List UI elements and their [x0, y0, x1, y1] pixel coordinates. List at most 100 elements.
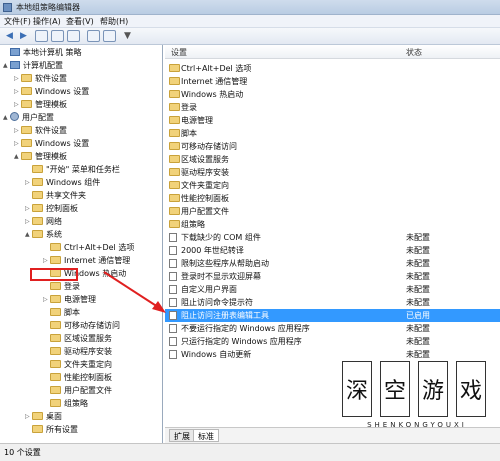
list-item[interactable]: 登录时不显示欢迎屏幕 未配置 — [165, 270, 500, 283]
tree-node-internet-comm[interactable]: ▷ Internet 通信管理 — [43, 255, 130, 267]
tree-node-desktop[interactable]: ▷ 桌面 — [25, 411, 62, 423]
tab-standard[interactable]: 标准 — [193, 429, 219, 442]
tree-node-performance-panel[interactable]: 性能控制面板 — [43, 372, 112, 384]
collapse-arrow-icon[interactable]: ▲ — [14, 151, 21, 163]
list-item[interactable]: 驱动程序安装 — [165, 166, 500, 179]
collapse-arrow-icon[interactable]: ▲ — [3, 112, 10, 124]
forward-arrow-icon[interactable]: ▶ — [17, 30, 30, 42]
properties-icon[interactable] — [103, 30, 116, 42]
tree-node-scripts[interactable]: 脚本 — [43, 307, 80, 319]
list-item[interactable]: Windows 热启动 — [165, 88, 500, 101]
tree-node-user-windows-settings[interactable]: ▷ Windows 设置 — [14, 138, 89, 150]
list-item[interactable]: 2000 年世纪转译 未配置 — [165, 244, 500, 257]
tree-node-software-settings[interactable]: ▷ 软件设置 — [14, 73, 67, 85]
folder-icon — [32, 217, 43, 225]
expand-arrow-icon[interactable]: ▷ — [25, 216, 32, 228]
tree-node-all-settings[interactable]: 所有设置 — [25, 424, 78, 436]
list-item[interactable]: 电源管理 — [165, 114, 500, 127]
list-item[interactable]: 文件夹重定向 — [165, 179, 500, 192]
expand-arrow-icon[interactable]: ▷ — [43, 255, 50, 267]
folder-icon — [169, 220, 180, 228]
filter-icon[interactable]: ▼ — [121, 30, 134, 42]
tree-node-start-menu[interactable]: "开始" 菜单和任务栏 — [25, 164, 120, 176]
menu-action[interactable]: 操作(A) — [33, 16, 61, 27]
tree-node-group-policy[interactable]: 组策略 — [43, 398, 88, 410]
menu-view[interactable]: 查看(V) — [66, 16, 94, 27]
menu-help[interactable]: 帮助(H) — [100, 16, 128, 27]
tree-node-root[interactable]: 本地计算机 策略 — [3, 47, 82, 59]
list-item[interactable]: 登录 — [165, 101, 500, 114]
expand-arrow-icon[interactable]: ▷ — [14, 138, 21, 150]
list-item[interactable]: Internet 通信管理 — [165, 75, 500, 88]
tree-node-driver-install[interactable]: 驱动程序安装 — [43, 346, 112, 358]
expand-arrow-icon[interactable]: ▷ — [25, 411, 32, 423]
expand-arrow-icon[interactable]: ▷ — [25, 177, 32, 189]
tree-node-windows-settings[interactable]: ▷ Windows 设置 — [14, 86, 89, 98]
list-item[interactable]: 只运行指定的 Windows 应用程序 未配置 — [165, 335, 500, 348]
policy-icon — [169, 272, 177, 281]
tree-node-computer-config[interactable]: ▲ 计算机配置 — [3, 60, 63, 72]
watermark-char: 戏 — [456, 361, 486, 417]
tree-node-windows-components[interactable]: ▷ Windows 组件 — [25, 177, 100, 189]
list-item[interactable]: 性能控制面板 — [165, 192, 500, 205]
folder-icon — [50, 334, 61, 342]
menu-bar: 文件(F) 操作(A) 查看(V) 帮助(H) — [0, 15, 500, 28]
expand-arrow-icon[interactable]: ▷ — [14, 125, 21, 137]
folder-icon — [21, 87, 32, 95]
tree-node-user-config[interactable]: ▲ 用户配置 — [3, 112, 54, 124]
expand-arrow-icon[interactable]: ▷ — [14, 99, 21, 111]
tree-node-shared-folders[interactable]: 共享文件夹 — [25, 190, 86, 202]
watermark-subtitle: SHENKONGYOUXI — [367, 421, 467, 429]
expand-arrow-icon[interactable]: ▷ — [43, 294, 50, 306]
folder-icon — [50, 399, 61, 407]
expand-arrow-icon[interactable]: ▷ — [25, 203, 32, 215]
list-item-selected[interactable]: 阻止访问注册表编辑工具 已启用 — [165, 309, 500, 322]
help-icon[interactable] — [87, 30, 100, 42]
column-header-state[interactable]: 状态 — [406, 47, 422, 58]
tree-node-user-profiles[interactable]: 用户配置文件 — [43, 385, 112, 397]
list-item[interactable]: 自定义用户界面 未配置 — [165, 283, 500, 296]
tree-node-user-admin-templates[interactable]: ▲ 管理模板 — [14, 151, 67, 163]
collapse-arrow-icon[interactable]: ▲ — [25, 229, 32, 241]
list-item[interactable]: 下载缺少的 COM 组件 未配置 — [165, 231, 500, 244]
list-item[interactable]: 组策略 — [165, 218, 500, 231]
watermark-char: 空 — [380, 361, 410, 417]
tree-node-system[interactable]: ▲ 系统 — [25, 229, 62, 241]
collapse-arrow-icon[interactable]: ▲ — [3, 60, 10, 72]
back-arrow-icon[interactable]: ◀ — [3, 30, 16, 42]
tree-node-admin-templates[interactable]: ▷ 管理模板 — [14, 99, 67, 111]
tree-node-user-software-settings[interactable]: ▷ 软件设置 — [14, 125, 67, 137]
list-item[interactable]: 脚本 — [165, 127, 500, 140]
menu-file[interactable]: 文件(F) — [4, 16, 31, 27]
list-item[interactable]: 阻止访问命令提示符 未配置 — [165, 296, 500, 309]
tab-extended[interactable]: 扩展 — [169, 429, 195, 442]
tree-node-ctrl-alt-del[interactable]: Ctrl+Alt+Del 选项 — [43, 242, 134, 254]
folder-icon — [21, 100, 32, 108]
list-item[interactable]: Ctrl+Alt+Del 选项 — [165, 62, 500, 75]
folder-icon — [169, 77, 180, 85]
tree-node-network[interactable]: ▷ 网络 — [25, 216, 62, 228]
tree-node-folder-redirection[interactable]: 文件夹重定向 — [43, 359, 112, 371]
list-item[interactable]: 用户配置文件 — [165, 205, 500, 218]
list-item[interactable]: 区域设置服务 — [165, 153, 500, 166]
tree-node-removable-storage[interactable]: 可移动存储访问 — [43, 320, 120, 332]
policy-icon — [169, 337, 177, 346]
expand-arrow-icon[interactable]: ▷ — [14, 73, 21, 85]
list-item[interactable]: 可移动存储访问 — [165, 140, 500, 153]
tree-node-power[interactable]: ▷ 电源管理 — [43, 294, 96, 306]
tree-node-logon[interactable]: 登录 — [43, 281, 80, 293]
list-item[interactable]: Windows 自动更新 未配置 — [165, 348, 500, 361]
export-list-icon[interactable] — [67, 30, 80, 42]
list-item[interactable]: 限制这些程序从帮助启动 未配置 — [165, 257, 500, 270]
tree-node-locale-services[interactable]: 区域设置服务 — [43, 333, 112, 345]
show-tree-icon[interactable] — [35, 30, 48, 42]
policy-icon — [169, 350, 177, 359]
tree-node-control-panel[interactable]: ▷ 控制面板 — [25, 203, 78, 215]
column-header-setting[interactable]: 设置 — [171, 47, 187, 58]
expand-arrow-icon[interactable]: ▷ — [14, 86, 21, 98]
list-view-icon[interactable] — [51, 30, 64, 42]
list-item[interactable]: 不要运行指定的 Windows 应用程序 未配置 — [165, 322, 500, 335]
computer-icon — [10, 48, 20, 56]
policy-icon — [169, 298, 177, 307]
policy-icon — [169, 324, 177, 333]
